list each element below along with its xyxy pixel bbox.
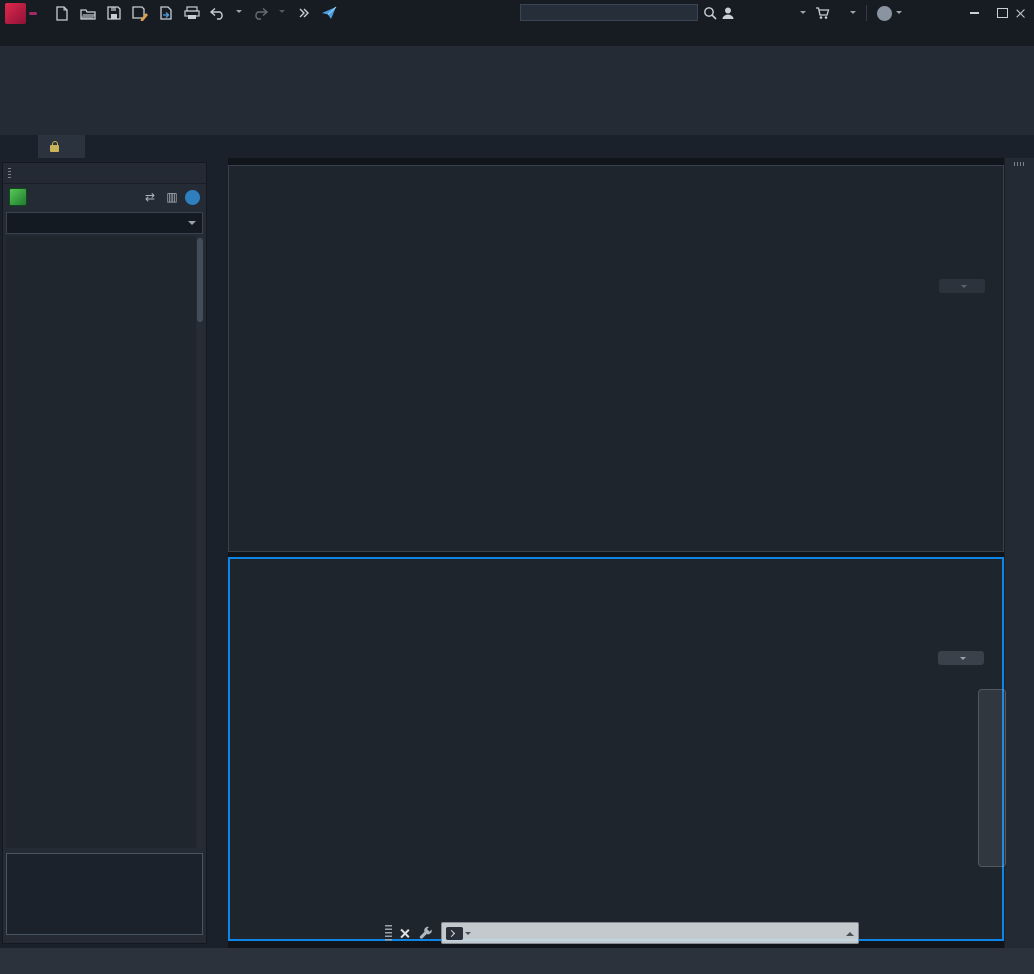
readonly-lock-icon (50, 145, 59, 152)
viewcube-top[interactable] (921, 193, 997, 269)
prospector-tree (6, 236, 196, 848)
titlebar-separator (866, 5, 867, 21)
command-line (385, 922, 859, 944)
status-bar (0, 948, 1034, 974)
command-input-field (441, 922, 859, 944)
save-icon[interactable] (105, 5, 122, 22)
command-line-customize-icon[interactable] (419, 926, 433, 940)
viewport-bottom-active[interactable] (228, 557, 1004, 941)
help-search (520, 4, 698, 21)
tree-scrollbar-thumb[interactable] (197, 238, 203, 322)
data-shortcut-transfer-icon[interactable]: ⇄ (141, 189, 159, 205)
user-icon[interactable] (718, 3, 738, 23)
toolspace-title-bar[interactable] (3, 163, 206, 184)
file-tab-start[interactable] (10, 135, 41, 158)
toolspace-main: ⇄ ▥ (2, 162, 207, 944)
file-tab-document[interactable] (38, 135, 85, 158)
share-plane-icon (320, 5, 337, 22)
navigation-bar (978, 689, 1006, 867)
redo-icon[interactable] (252, 5, 269, 22)
file-tab-bar (0, 135, 1034, 158)
search-icon[interactable] (700, 3, 720, 23)
application-window: ⇄ ▥ (0, 0, 1034, 974)
signin-dropdown-icon[interactable] (800, 11, 806, 17)
command-input[interactable] (477, 925, 846, 941)
palette-grip[interactable] (8, 168, 11, 179)
toolspace-toolbar: ⇄ ▥ (3, 184, 206, 210)
side-toolbar-grip[interactable] (1014, 162, 1026, 166)
minimize-button[interactable] (960, 0, 988, 26)
help-search-input[interactable] (520, 4, 698, 21)
title-bar (0, 0, 1034, 26)
side-toolbar (1004, 158, 1034, 948)
layout-tab-bar (0, 948, 14, 974)
chevron-down-icon (188, 221, 196, 229)
open-file-icon[interactable] (79, 5, 96, 22)
new-drawing-tab-button[interactable] (85, 135, 105, 158)
c3d-badge (29, 12, 37, 15)
command-line-grip[interactable] (385, 925, 392, 941)
command-line-close-icon[interactable] (399, 928, 410, 939)
ribbon-tab-bar (0, 26, 1034, 46)
viewport-top[interactable] (228, 165, 1004, 552)
help-icon[interactable] (874, 3, 894, 23)
ribbon (0, 46, 1034, 135)
tree-scrollbar[interactable] (197, 236, 203, 848)
new-file-icon[interactable] (53, 5, 70, 22)
quick-access-toolbar (53, 5, 312, 22)
view-selector-combobox[interactable] (6, 212, 203, 234)
plan-view-drawing (230, 559, 1002, 939)
plot-icon[interactable] (183, 5, 200, 22)
undo-dropdown-icon[interactable] (235, 5, 243, 22)
app-store-cart-icon[interactable] (812, 3, 832, 23)
help-dropdown-icon[interactable] (896, 11, 902, 17)
wcs-selector-top[interactable] (939, 279, 985, 293)
wcs-selector-bottom[interactable] (938, 651, 984, 665)
autocad-logo-icon[interactable] (5, 3, 26, 24)
redo-dropdown-icon[interactable] (278, 5, 286, 22)
transmit-icon[interactable] (157, 5, 174, 22)
active-drawing-icon (9, 188, 27, 206)
viewcube-bottom[interactable] (920, 566, 996, 642)
toolspace-help-icon[interactable] (185, 190, 200, 205)
command-prompt-icon[interactable] (446, 927, 463, 940)
toolspace-palette: ⇄ ▥ (0, 158, 228, 948)
undo-icon[interactable] (209, 5, 226, 22)
close-button[interactable] (1006, 0, 1034, 26)
superelevation-view-drawing (229, 166, 1003, 551)
qat-more-icon[interactable] (295, 5, 312, 22)
panorama-icon[interactable]: ▥ (163, 189, 181, 205)
autodesk-dropdown-icon[interactable] (850, 11, 856, 17)
share-button[interactable] (320, 5, 341, 22)
command-history-expand-icon[interactable] (846, 928, 854, 936)
recent-commands-dropdown-icon[interactable] (465, 932, 471, 938)
item-preview-pane (6, 853, 203, 935)
save-as-icon[interactable] (131, 5, 148, 22)
